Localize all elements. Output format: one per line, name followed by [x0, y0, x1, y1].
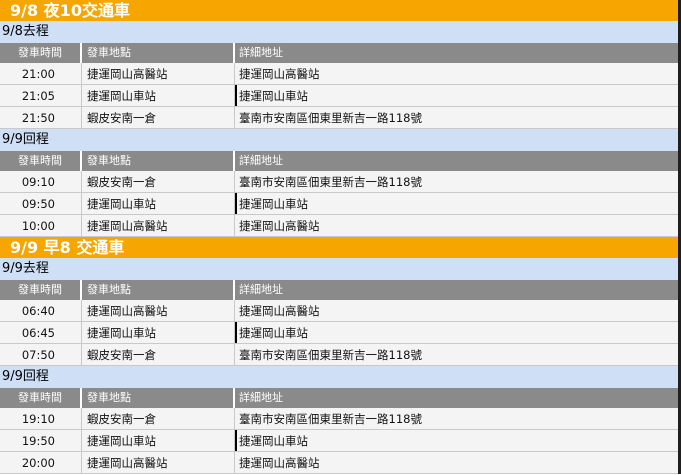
table-row: 09:50 捷運岡山車站 捷運岡山車站 [0, 193, 678, 215]
column-header-time: 發車時間 [0, 280, 82, 300]
departure-address: 捷運岡山高醫站 [239, 304, 320, 318]
departure-time: 19:50 [0, 430, 82, 451]
departure-place: 捷運岡山高醫站 [82, 300, 235, 321]
departure-place: 捷運岡山高醫站 [82, 452, 235, 473]
departure-address: 臺南市安南區佃東里新吉一路118號 [239, 175, 422, 189]
section-title-morning-shuttle: 9/9 早8 交通車 [0, 237, 678, 258]
column-header-address: 詳細地址 [239, 391, 283, 404]
table-row: 19:10 蝦皮安南一倉 臺南市安南區佃東里新吉一路118號 [0, 408, 678, 430]
table-row: 20:00 捷運岡山高醫站 捷運岡山高醫站 [0, 452, 678, 474]
departure-address: 臺南市安南區佃東里新吉一路118號 [239, 348, 422, 362]
departure-place: 蝦皮安南一倉 [82, 107, 235, 128]
departure-time: 20:00 [0, 452, 82, 473]
shuttle-schedule-table: 9/8 夜10交通車 9/8去程 發車時間 發車地點 詳細地址 21:00 捷運… [0, 0, 681, 474]
column-header-row: 發車時間 發車地點 詳細地址 [0, 151, 678, 171]
trip-label-outbound: 9/9去程 [0, 258, 678, 280]
trip-label-return: 9/9回程 [0, 129, 678, 151]
column-header-time: 發車時間 [0, 151, 82, 171]
departure-time: 09:10 [0, 171, 82, 192]
departure-address: 捷運岡山車站 [235, 193, 678, 214]
table-row: 10:00 捷運岡山高醫站 捷運岡山高醫站 [0, 215, 678, 237]
table-row: 21:50 蝦皮安南一倉 臺南市安南區佃東里新吉一路118號 [0, 107, 678, 129]
departure-time: 21:05 [0, 85, 82, 106]
departure-address: 捷運岡山車站 [235, 430, 678, 451]
column-header-row: 發車時間 發車地點 詳細地址 [0, 280, 678, 300]
departure-place: 捷運岡山車站 [82, 85, 235, 106]
table-row: 21:05 捷運岡山車站 捷運岡山車站 [0, 85, 678, 107]
departure-address: 捷運岡山高醫站 [239, 456, 320, 470]
column-header-row: 發車時間 發車地點 詳細地址 [0, 43, 678, 63]
column-header-row: 發車時間 發車地點 詳細地址 [0, 388, 678, 408]
section-title-night-shuttle: 9/8 夜10交通車 [0, 0, 678, 21]
column-header-place: 發車地點 [82, 388, 235, 408]
column-header-time: 發車時間 [0, 43, 82, 63]
table-row: 07:50 蝦皮安南一倉 臺南市安南區佃東里新吉一路118號 [0, 344, 678, 366]
column-header-place: 發車地點 [82, 151, 235, 171]
departure-place: 捷運岡山高醫站 [82, 215, 235, 236]
departure-place: 捷運岡山車站 [82, 193, 235, 214]
departure-address: 捷運岡山高醫站 [239, 67, 320, 81]
trip-label-outbound: 9/8去程 [0, 21, 678, 43]
column-header-address: 詳細地址 [239, 154, 283, 167]
trip-label-return: 9/9回程 [0, 366, 678, 388]
departure-time: 21:50 [0, 107, 82, 128]
column-header-place: 發車地點 [82, 280, 235, 300]
table-row: 21:00 捷運岡山高醫站 捷運岡山高醫站 [0, 63, 678, 85]
departure-address: 捷運岡山高醫站 [239, 219, 320, 233]
column-header-place: 發車地點 [82, 43, 235, 63]
departure-time: 09:50 [0, 193, 82, 214]
departure-place: 捷運岡山車站 [82, 430, 235, 451]
departure-place: 捷運岡山高醫站 [82, 63, 235, 84]
table-row: 06:45 捷運岡山車站 捷運岡山車站 [0, 322, 678, 344]
column-header-address: 詳細地址 [239, 283, 283, 296]
departure-time: 07:50 [0, 344, 82, 365]
departure-address: 捷運岡山車站 [235, 85, 678, 106]
departure-time: 19:10 [0, 408, 82, 429]
departure-address: 臺南市安南區佃東里新吉一路118號 [239, 412, 422, 426]
table-row: 06:40 捷運岡山高醫站 捷運岡山高醫站 [0, 300, 678, 322]
table-row: 09:10 蝦皮安南一倉 臺南市安南區佃東里新吉一路118號 [0, 171, 678, 193]
departure-place: 蝦皮安南一倉 [82, 408, 235, 429]
departure-time: 21:00 [0, 63, 82, 84]
departure-place: 蝦皮安南一倉 [82, 344, 235, 365]
departure-time: 06:45 [0, 322, 82, 343]
departure-place: 蝦皮安南一倉 [82, 171, 235, 192]
departure-address: 捷運岡山車站 [235, 322, 678, 343]
departure-place: 捷運岡山車站 [82, 322, 235, 343]
column-header-address: 詳細地址 [239, 46, 283, 59]
table-row: 19:50 捷運岡山車站 捷運岡山車站 [0, 430, 678, 452]
departure-address: 臺南市安南區佃東里新吉一路118號 [239, 111, 422, 125]
departure-time: 06:40 [0, 300, 82, 321]
departure-time: 10:00 [0, 215, 82, 236]
column-header-time: 發車時間 [0, 388, 82, 408]
